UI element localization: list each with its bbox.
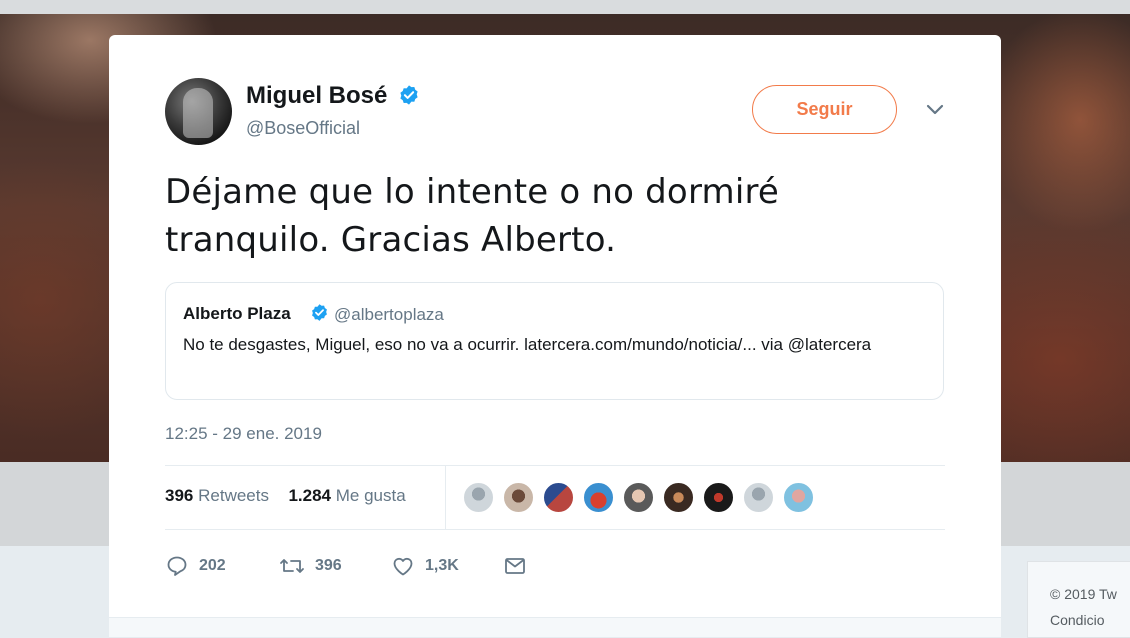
divider [165, 465, 945, 466]
liker-avatar[interactable] [742, 481, 775, 514]
reply-area-strip [109, 617, 1001, 637]
chevron-down-icon[interactable] [925, 103, 945, 117]
tweet-card: Miguel Bosé @BoseOfficial Seguir Déjame … [109, 35, 1001, 637]
liker-avatar[interactable] [622, 481, 655, 514]
liker-avatar[interactable] [582, 481, 615, 514]
tweet-timestamp[interactable]: 12:25 - 29 ene. 2019 [165, 424, 322, 444]
follow-button[interactable]: Seguir [752, 85, 897, 134]
retweets-stat[interactable]: 396 Retweets [165, 486, 269, 505]
retweet-count: 396 [315, 557, 342, 574]
quoted-tweet-text: No te desgastes, Miguel, eso no va a ocu… [183, 335, 872, 354]
footer-conditions-link[interactable]: Condicio [1050, 612, 1104, 628]
liker-avatar[interactable] [502, 481, 535, 514]
liker-avatar[interactable] [702, 481, 735, 514]
message-icon [505, 558, 525, 574]
verified-badge-icon [312, 304, 327, 321]
direct-message-button[interactable] [503, 551, 527, 581]
quoted-author-name: Alberto Plaza [183, 304, 291, 323]
likes-stat[interactable]: 1.284 Me gusta [288, 486, 405, 505]
like-button[interactable]: 1,3K [391, 551, 459, 581]
quoted-tweet[interactable]: Alberto Plaza @albertoplaza No te desgas… [165, 282, 944, 400]
retweet-button[interactable]: 396 [279, 551, 342, 581]
tweet-stats: 396 Retweets 1.284 Me gusta [165, 486, 406, 506]
like-icon [393, 557, 413, 576]
liker-avatar[interactable] [542, 481, 575, 514]
avatar-photo [183, 88, 213, 138]
quoted-author-handle: @albertoplaza [334, 305, 444, 324]
footer-copyright: © 2019 Tw [1050, 586, 1117, 602]
tweet-text: Déjame que lo intente o no dormiré tranq… [165, 172, 780, 260]
reply-button[interactable]: 202 [165, 551, 226, 581]
retweets-stat-count: 396 [165, 486, 194, 505]
avatar[interactable] [165, 78, 232, 145]
stats-separator [445, 465, 446, 529]
reply-count: 202 [199, 557, 226, 574]
likes-stat-count: 1.284 [288, 486, 331, 505]
author-handle[interactable]: @BoseOfficial [246, 118, 360, 139]
liker-avatar[interactable] [782, 481, 815, 514]
retweet-icon [280, 559, 304, 573]
reply-icon [167, 556, 187, 576]
top-bar [0, 0, 1130, 14]
like-count: 1,3K [425, 557, 459, 574]
verified-badge-icon [400, 85, 418, 105]
liker-avatar[interactable] [662, 481, 695, 514]
divider [165, 529, 945, 530]
likes-stat-label: Me gusta [335, 486, 406, 505]
liker-avatar[interactable] [462, 481, 495, 514]
author-name[interactable]: Miguel Bosé [246, 82, 387, 110]
retweets-stat-label: Retweets [198, 486, 269, 505]
